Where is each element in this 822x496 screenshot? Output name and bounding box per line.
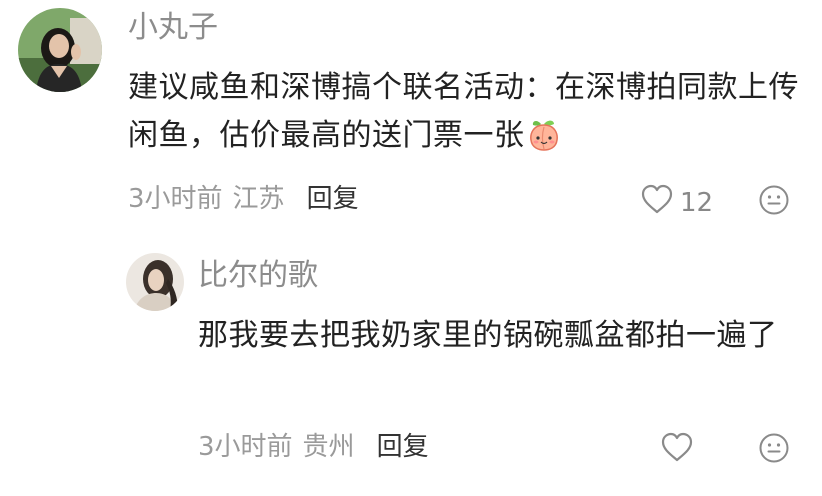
- reply-button[interactable]: 回复: [377, 431, 429, 463]
- like-count: 12: [680, 188, 714, 218]
- timestamp: 3小时前: [198, 432, 293, 462]
- username[interactable]: 比尔的歌: [198, 258, 318, 294]
- location: 贵州: [302, 432, 355, 462]
- location: 江苏: [232, 184, 285, 214]
- smile-face-icon[interactable]: [758, 432, 790, 468]
- heart-icon: [660, 431, 694, 471]
- comment-text: 建议咸鱼和深博搞个联名活动：在深博拍同款上传闲鱼，估价最高的送门票一张: [128, 64, 808, 167]
- comment-text-body: 建议咸鱼和深博搞个联名活动：在深博拍同款上传闲鱼，估价最高的送门票一张: [128, 70, 799, 153]
- smile-face-icon[interactable]: [758, 184, 790, 220]
- avatar[interactable]: [126, 253, 184, 311]
- username[interactable]: 小丸子: [128, 10, 218, 46]
- heart-icon: [640, 183, 674, 223]
- comment-meta: 3小时前 江苏 回复: [128, 183, 359, 215]
- like-button[interactable]: [660, 431, 694, 471]
- avatar[interactable]: [18, 8, 102, 92]
- like-button[interactable]: 12: [640, 183, 713, 223]
- peach-emoji: [527, 118, 561, 167]
- comment-text: 那我要去把我奶家里的锅碗瓢盆都拍一遍了: [198, 318, 778, 353]
- reply-button[interactable]: 回复: [307, 183, 359, 215]
- timestamp: 3小时前: [128, 184, 223, 214]
- comment-meta: 3小时前 贵州 回复: [198, 431, 429, 463]
